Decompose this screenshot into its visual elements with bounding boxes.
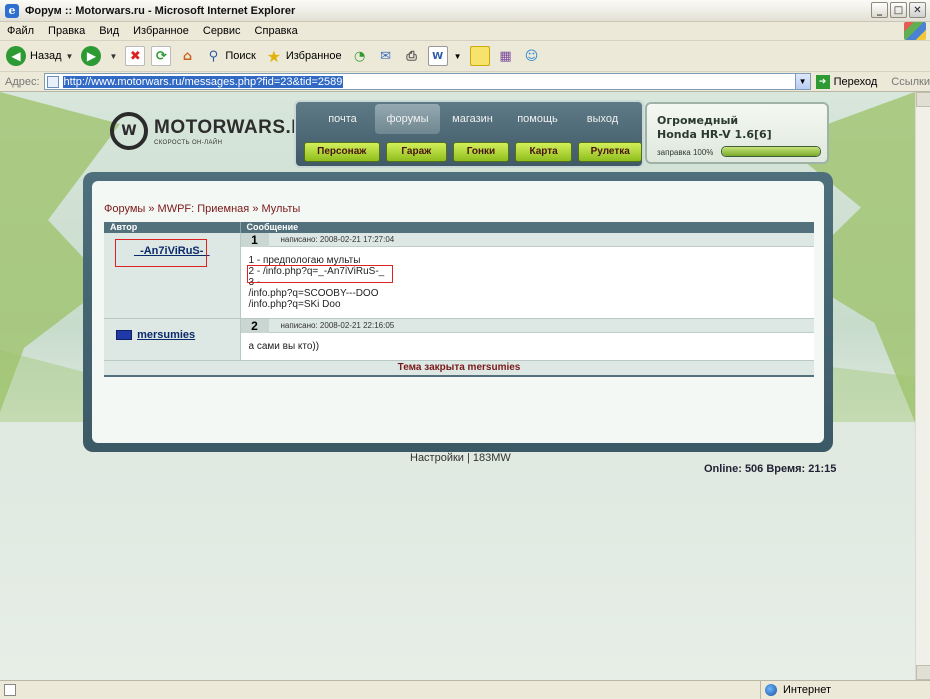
footer-links[interactable]: Настройки | 183MW xyxy=(410,452,511,464)
back-arrow-icon: ◀ xyxy=(6,46,26,66)
post-line: /info.php?q=SKi Doo xyxy=(248,299,341,310)
vertical-scrollbar[interactable] xyxy=(915,92,930,680)
post-author-link[interactable]: mersumies xyxy=(137,329,195,341)
fuel-label: заправка 100% xyxy=(657,148,714,157)
nav-tab-exit[interactable]: выход xyxy=(570,104,635,134)
research-icon[interactable]: ▦ xyxy=(496,46,516,66)
star-icon: ★ xyxy=(266,46,282,66)
page-icon xyxy=(46,76,59,88)
ie-icon: e xyxy=(5,3,19,18)
search-button[interactable]: ⚲ Поиск xyxy=(203,46,256,66)
menu-view[interactable]: Вид xyxy=(92,25,126,37)
roulette-button[interactable]: Рулетка xyxy=(578,142,642,162)
toolbar: ◀ Назад ▼ ▶ ▼ ✖ ⟳ ⌂ ⚲ Поиск ★ Избранное … xyxy=(0,41,930,72)
highlight-box xyxy=(247,265,393,283)
table-row: _-An7iViRuS-_ 1 написано: 2008-02-21 17:… xyxy=(104,232,814,319)
back-button[interactable]: ◀ Назад ▼ xyxy=(6,46,73,66)
fuel-bar xyxy=(721,146,821,157)
go-arrow-icon: ➜ xyxy=(815,74,830,89)
history-icon[interactable]: ◔ xyxy=(350,46,370,66)
column-message: Сообщение xyxy=(240,222,814,233)
edit-icon[interactable]: W xyxy=(427,46,448,66)
messenger-icon[interactable]: ☺ xyxy=(522,46,542,66)
post-date: написано: 2008-02-21 22:16:05 xyxy=(280,321,395,330)
scroll-down-button[interactable] xyxy=(916,665,930,680)
refresh-icon[interactable]: ⟳ xyxy=(151,46,172,66)
security-zone: Интернет xyxy=(760,681,831,699)
menu-bar: Файл Правка Вид Избранное Сервис Справка xyxy=(0,22,930,41)
forward-button[interactable]: ▶ ▼ xyxy=(81,46,117,66)
links-button[interactable]: Ссылки xyxy=(891,76,930,88)
menu-favorites[interactable]: Избранное xyxy=(126,25,196,37)
nav-tab-mail[interactable]: почта xyxy=(310,104,375,134)
menu-tools[interactable]: Сервис xyxy=(196,25,248,37)
nav-tab-shop[interactable]: магазин xyxy=(440,104,505,134)
garage-button[interactable]: Гараж xyxy=(385,142,448,162)
chevron-down-icon[interactable]: ▼ xyxy=(794,74,810,89)
page-viewport: W MOTORWARS.RU СКОРОСТЬ ОН-ЛАЙН почта фо… xyxy=(0,92,915,680)
chevron-down-icon[interactable]: ▼ xyxy=(454,52,462,61)
post-date: написано: 2008-02-21 17:27:04 xyxy=(280,235,395,244)
scroll-up-button[interactable] xyxy=(916,92,930,107)
races-button[interactable]: Гонки xyxy=(453,142,509,162)
post-number: 2 xyxy=(240,318,269,333)
menu-file[interactable]: Файл xyxy=(0,25,41,37)
topic-closed-notice: Тема закрыта mersumies xyxy=(104,360,814,377)
go-button[interactable]: ➜ Переход xyxy=(815,74,877,89)
online-status: Online: 506 Время: 21:15 xyxy=(704,463,837,475)
nav-tab-forums[interactable]: форумы xyxy=(375,104,440,134)
map-button[interactable]: Карта xyxy=(514,142,573,162)
fuel-bar-fill xyxy=(722,147,820,156)
title-bar: e Форум :: Motorwars.ru - Microsoft Inte… xyxy=(0,0,930,22)
windows-logo-icon xyxy=(904,22,926,40)
logo-mark-icon: W xyxy=(110,112,148,150)
address-url[interactable]: http://www.motorwars.ru/messages.php?fid… xyxy=(62,75,344,88)
address-input[interactable]: http://www.motorwars.ru/messages.php?fid… xyxy=(43,73,811,90)
post-number: 1 xyxy=(240,232,269,247)
minimize-button[interactable]: _ xyxy=(871,2,888,18)
menu-edit[interactable]: Правка xyxy=(41,25,92,37)
status-bar: Интернет xyxy=(0,680,930,699)
column-author: Автор xyxy=(104,222,241,233)
highlight-box xyxy=(115,239,207,267)
address-bar: Адрес: http://www.motorwars.ru/messages.… xyxy=(0,72,930,92)
post-line: /info.php?q=SCOOBY---DOO xyxy=(248,288,379,299)
site-nav: почта форумы магазин помощь выход Персон… xyxy=(294,100,644,168)
post-body: а сами вы кто)) xyxy=(240,333,814,360)
site-logo[interactable]: W MOTORWARS.RU СКОРОСТЬ ОН-ЛАЙН xyxy=(110,112,320,150)
car-owner: Огромедный xyxy=(657,114,739,127)
forum-card: Форумы » MWPF: Приемная » Мульты Автор С… xyxy=(83,172,833,452)
flag-icon xyxy=(116,330,132,341)
nav-tab-help[interactable]: помощь xyxy=(505,104,570,134)
browser-window: e Форум :: Motorwars.ru - Microsoft Inte… xyxy=(0,0,930,699)
chevron-down-icon[interactable]: ▼ xyxy=(109,52,117,61)
discuss-icon[interactable] xyxy=(469,46,490,66)
car-panel: Огромедный Honda HR-V 1.6[6] заправка 10… xyxy=(645,102,829,164)
print-icon[interactable]: ⎙ xyxy=(402,46,422,66)
chevron-down-icon[interactable]: ▼ xyxy=(66,52,74,61)
post-line: а сами вы кто)) xyxy=(248,341,320,352)
stop-icon[interactable]: ✖ xyxy=(125,46,146,66)
address-label: Адрес: xyxy=(5,75,40,88)
breadcrumb[interactable]: Форумы » MWPF: Приемная » Мульты xyxy=(104,203,300,215)
search-icon: ⚲ xyxy=(208,48,219,64)
mail-icon[interactable]: ✉ xyxy=(376,46,396,66)
globe-icon xyxy=(765,684,777,696)
table-row: mersumies 2 написано: 2008-02-21 22:16:0… xyxy=(104,318,814,361)
favorites-button[interactable]: ★ Избранное xyxy=(264,46,342,66)
page-icon xyxy=(4,683,16,696)
window-title: Форум :: Motorwars.ru - Microsoft Intern… xyxy=(25,4,296,17)
car-model: Honda HR-V 1.6[6] xyxy=(657,128,772,141)
character-button[interactable]: Персонаж xyxy=(304,142,380,162)
forward-arrow-icon: ▶ xyxy=(81,46,102,66)
menu-help[interactable]: Справка xyxy=(248,25,305,37)
home-icon[interactable]: ⌂ xyxy=(177,46,197,66)
maximize-button[interactable]: □ xyxy=(890,2,907,18)
close-button[interactable]: ✕ xyxy=(909,2,926,18)
forum-table: Автор Сообщение _-An7iViRuS-_ 1 написано… xyxy=(104,222,814,377)
